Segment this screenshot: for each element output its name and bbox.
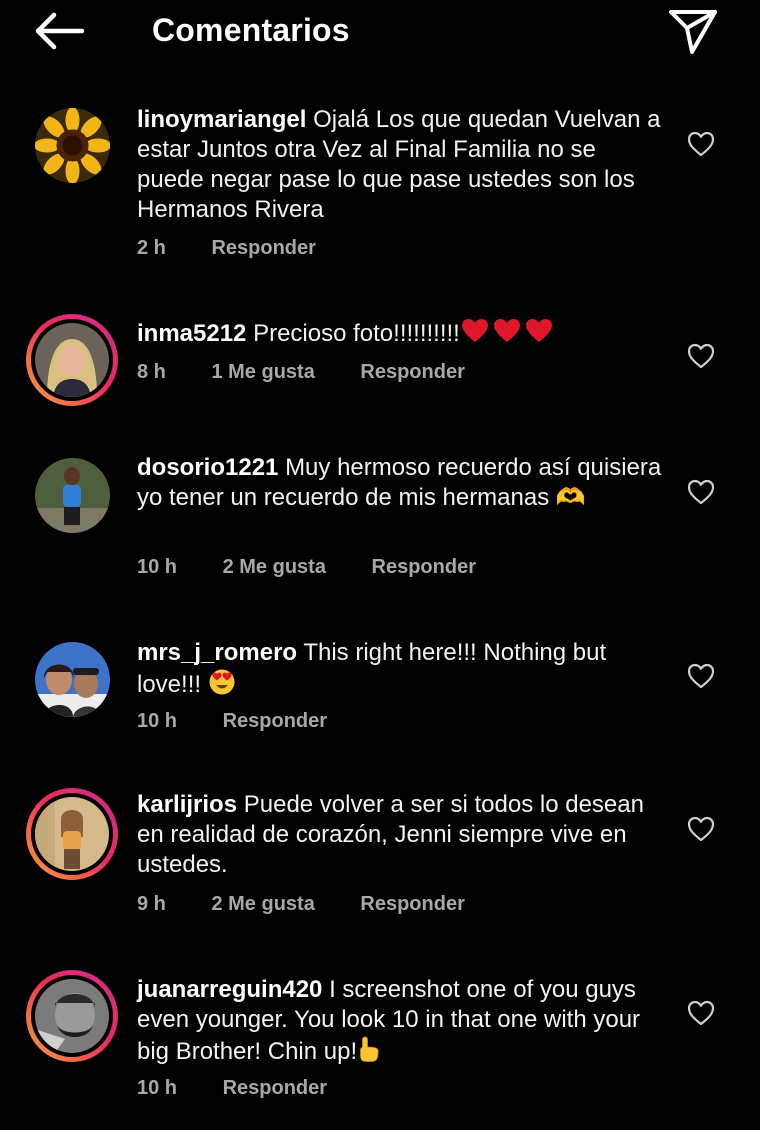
top-bar: Comentarios (0, 0, 760, 62)
comment-username[interactable]: inma5212 (137, 320, 246, 347)
avatar[interactable] (26, 970, 118, 1062)
arrow-left-icon (35, 12, 85, 50)
comment-body: Precioso foto!!!!!!!!!! (253, 320, 460, 347)
like-button[interactable] (686, 815, 716, 843)
comment-time: 10 h (137, 710, 178, 732)
heart-eyes-emoji (208, 668, 236, 704)
likes-count[interactable]: 2 Me gusta (223, 556, 326, 578)
comment-meta: 10 h 2 Me gusta Responder (137, 556, 516, 579)
comment-username[interactable]: karlijrios (137, 791, 237, 818)
heart-outline-icon (687, 131, 715, 157)
comment-meta: 10 h Responder (137, 1077, 367, 1100)
comment-meta: 10 h Responder (137, 710, 367, 733)
pointing-up-emoji (357, 1035, 381, 1071)
back-button[interactable] (30, 8, 88, 54)
like-button[interactable] (686, 130, 716, 158)
page-title: Comentarios (152, 12, 350, 48)
heart-outline-icon (687, 479, 715, 505)
likes-count[interactable]: 2 Me gusta (211, 893, 314, 915)
comment-meta: 8 h 1 Me gusta Responder (137, 361, 505, 384)
comment-text: karlijrios Puede volver a ser si todos l… (137, 790, 667, 880)
comment-time: 10 h (137, 1077, 178, 1099)
reply-button[interactable]: Responder (360, 893, 464, 915)
heart-outline-icon (687, 663, 715, 689)
avatar[interactable] (26, 314, 118, 406)
comments-screen: Comentarios linoymariangel Ojalá Los que… (0, 0, 760, 1130)
comment-text: mrs_j_romero This right here!!! Nothing … (137, 638, 667, 704)
likes-count[interactable]: 1 Me gusta (211, 361, 314, 383)
heart-outline-icon (687, 343, 715, 369)
profile-photo-image (35, 797, 109, 871)
heart-outline-icon (687, 816, 715, 842)
comment-time: 8 h (137, 361, 166, 383)
avatar[interactable] (35, 458, 110, 533)
comment-meta: 2 h Responder (137, 237, 356, 260)
profile-photo-image (35, 642, 110, 717)
avatar[interactable] (35, 642, 110, 717)
profile-photo-image (35, 323, 109, 397)
avatar[interactable] (26, 788, 118, 880)
comment-time: 9 h (137, 893, 166, 915)
avatar[interactable] (35, 108, 110, 183)
share-button[interactable] (666, 6, 720, 56)
like-button[interactable] (686, 662, 716, 690)
comment-text: juanarreguin420 I screenshot one of you … (137, 975, 667, 1071)
reply-button[interactable]: Responder (223, 710, 327, 732)
comment-text: linoymariangel Ojalá Los que quedan Vuel… (137, 105, 667, 225)
reply-button[interactable]: Responder (372, 556, 476, 578)
profile-photo-image (35, 979, 109, 1053)
comment-username[interactable]: juanarreguin420 (137, 976, 322, 1003)
comment-username[interactable]: linoymariangel (137, 106, 306, 133)
comment-meta: 9 h 2 Me gusta Responder (137, 893, 505, 916)
comment-username[interactable]: dosorio1221 (137, 454, 278, 481)
comment-time: 10 h (137, 556, 178, 578)
like-button[interactable] (686, 999, 716, 1027)
comment-text: inma5212 Precioso foto!!!!!!!!!! (137, 317, 667, 353)
like-button[interactable] (686, 342, 716, 370)
paper-plane-icon (669, 10, 717, 54)
red-heart-emojis (460, 317, 556, 353)
comment-username[interactable]: mrs_j_romero (137, 639, 297, 666)
reply-button[interactable]: Responder (223, 1077, 327, 1099)
heart-outline-icon (687, 1000, 715, 1026)
comment-time: 2 h (137, 237, 166, 259)
profile-photo-image (35, 458, 110, 533)
reply-button[interactable]: Responder (211, 237, 315, 259)
comment-text: dosorio1221 Muy hermoso recuerdo así qui… (137, 453, 667, 513)
reply-button[interactable]: Responder (360, 361, 464, 383)
like-button[interactable] (686, 478, 716, 506)
sunflower-avatar-image (35, 108, 110, 183)
